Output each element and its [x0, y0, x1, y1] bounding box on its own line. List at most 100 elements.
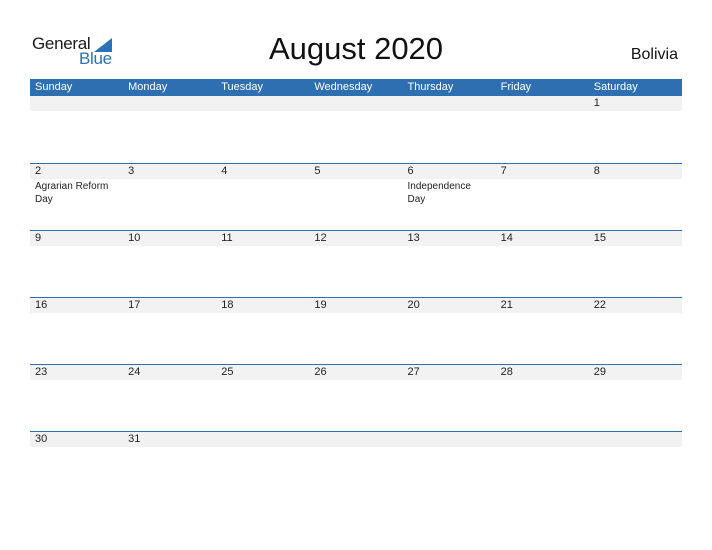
holiday-label [30, 380, 123, 381]
day-cell: 6 Independence Day [402, 164, 496, 230]
day-number: 18 [216, 298, 310, 313]
day-number: 28 [495, 365, 589, 380]
holiday-label [123, 246, 216, 247]
day-number [588, 432, 682, 447]
holiday-label [309, 313, 402, 314]
day-cell [495, 432, 589, 498]
day-cell: 28 [495, 365, 589, 431]
day-number: 7 [495, 164, 589, 179]
day-number [309, 432, 403, 447]
holiday-label [309, 246, 402, 247]
day-cell [216, 96, 310, 163]
holiday-label [589, 313, 682, 314]
day-number: 24 [123, 365, 217, 380]
day-cell: 9 [30, 231, 124, 297]
holiday-label [403, 111, 496, 112]
day-number: 27 [402, 365, 496, 380]
day-number: 13 [402, 231, 496, 246]
holiday-label [496, 380, 589, 381]
holiday-label [403, 313, 496, 314]
day-number: 10 [123, 231, 217, 246]
day-cell: 16 [30, 298, 124, 364]
day-number [402, 96, 496, 111]
holiday-label [403, 380, 496, 381]
holiday-label [123, 111, 216, 112]
day-number: 19 [309, 298, 403, 313]
day-number [30, 96, 124, 111]
holiday-label [496, 313, 589, 314]
weekday-wednesday: Wednesday [314, 81, 373, 93]
holiday-label [216, 111, 309, 112]
day-cell [588, 432, 682, 498]
day-number: 5 [309, 164, 403, 179]
day-cell [402, 96, 496, 163]
day-number [309, 96, 403, 111]
holiday-label [123, 380, 216, 381]
holiday-label [309, 111, 402, 112]
day-cell: 19 [309, 298, 403, 364]
holiday-label: Agrarian Reform Day [35, 181, 109, 205]
day-cell: 17 [123, 298, 217, 364]
day-number: 1 [588, 96, 682, 111]
day-number: 4 [216, 164, 310, 179]
day-number [402, 432, 496, 447]
holiday-label [589, 447, 682, 448]
day-cell: 11 [216, 231, 310, 297]
day-number: 2 [30, 164, 124, 179]
holiday-label [496, 179, 589, 180]
day-cell: 8 [588, 164, 682, 230]
holiday-label [496, 246, 589, 247]
weekday-monday: Monday [128, 81, 168, 93]
day-number [216, 96, 310, 111]
day-cell: 29 [588, 365, 682, 431]
day-number: 14 [495, 231, 589, 246]
week-row: 30 31 [30, 431, 682, 498]
day-number: 16 [30, 298, 124, 313]
day-cell: 3 [123, 164, 217, 230]
day-cell: 31 [123, 432, 217, 498]
week-row: 9 10 11 12 13 14 15 [30, 230, 682, 297]
week-row: 2 Agrarian Reform Day 3 4 5 6 Independence Day… [30, 163, 682, 230]
holiday-label [30, 246, 123, 247]
day-number: 23 [30, 365, 124, 380]
day-number: 20 [402, 298, 496, 313]
day-cell: 12 [309, 231, 403, 297]
holiday-label [589, 246, 682, 247]
day-number: 29 [588, 365, 682, 380]
weekday-friday: Friday [500, 81, 532, 93]
day-number [123, 96, 217, 111]
holiday-label [589, 380, 682, 381]
day-number: 17 [123, 298, 217, 313]
holiday-label [496, 447, 589, 448]
day-number: 22 [588, 298, 682, 313]
day-number [495, 96, 589, 111]
day-cell [402, 432, 496, 498]
holiday-label [216, 447, 309, 448]
day-cell: 25 [216, 365, 310, 431]
day-cell: 20 [402, 298, 496, 364]
day-cell: 1 [588, 96, 682, 163]
day-cell: 23 [30, 365, 124, 431]
week-row: 23 24 25 26 27 28 29 [30, 364, 682, 431]
day-cell [495, 96, 589, 163]
day-cell: 27 [402, 365, 496, 431]
day-number: 12 [309, 231, 403, 246]
day-cell: 7 [495, 164, 589, 230]
country-label: Bolivia [630, 46, 678, 63]
day-cell: 14 [495, 231, 589, 297]
weekday-thursday: Thursday [407, 81, 454, 93]
day-number: 15 [588, 231, 682, 246]
day-number: 9 [30, 231, 124, 246]
day-cell [30, 96, 124, 163]
calendar-title: August 2020 [268, 31, 444, 66]
day-cell [309, 432, 403, 498]
day-cell: 22 [588, 298, 682, 364]
holiday-label [30, 313, 123, 314]
holiday-label [403, 246, 496, 247]
day-cell [309, 96, 403, 163]
day-cell: 5 [309, 164, 403, 230]
day-number: 6 [402, 164, 496, 179]
holiday-label [30, 447, 123, 448]
holiday-label [30, 111, 123, 112]
day-number: 26 [309, 365, 403, 380]
